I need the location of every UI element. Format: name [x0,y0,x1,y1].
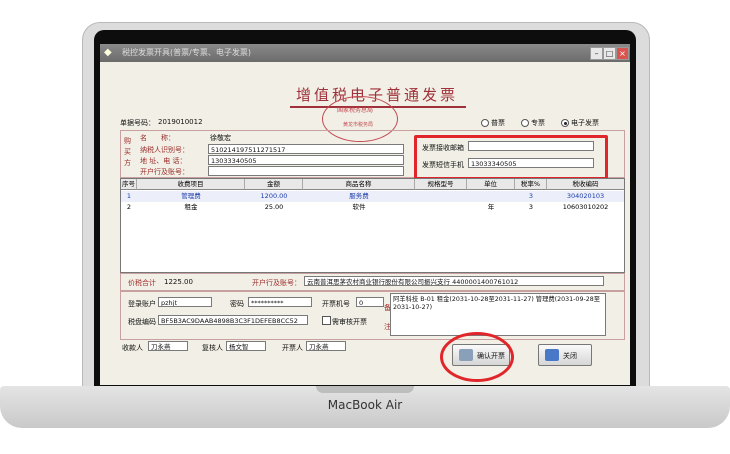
app-window: ◆ 税控发票开具(普票/专票、电子发票) – □ × 增值税电子普通发票 国家税… [100,44,630,385]
radio-electronic-invoice[interactable]: 电子发票 [561,118,599,128]
buyer-address-field[interactable]: 13033340505 [208,155,404,165]
radio-special-dot[interactable] [521,119,529,127]
table-cell[interactable]: 年 [467,202,515,213]
password-label: 密码 [230,300,244,308]
minimize-icon[interactable]: – [590,47,603,60]
payee-field[interactable]: 刀永燕 [148,341,188,351]
table-cell[interactable]: 管理费 [137,191,245,202]
account-field[interactable]: pzhjt [158,297,212,307]
machine-field[interactable]: 0 [356,297,384,307]
seller-bank-field[interactable]: 云南普洱思茅农村商业银行股份有限公司振兴支行 4400001400761012 [304,276,604,286]
app-icon: ◆ [104,47,112,58]
table-cell[interactable]: 304020103 [547,191,624,202]
highlight-delivery-box [414,135,608,180]
buyer-bank-label: 开户行及账号： [140,168,189,176]
col-header-tax-code: 税收编码 [547,179,624,190]
table-cell[interactable]: 25.00 [245,202,303,213]
col-header-unit: 单位 [467,179,515,190]
col-header-tax-rate: 税率% [515,179,547,190]
close-label: 关闭 [563,352,577,360]
table-cell[interactable]: 1 [121,191,137,202]
review-checkbox[interactable] [322,316,331,325]
remark-field[interactable]: 阿羊科技 B-01 租金(2031-10-28至2031-11-27) 管理费(… [390,293,606,336]
highlight-confirm-circle [440,332,514,382]
buyer-name-value: 徐敬宏 [210,134,231,142]
seal-subtext: 黄龙市税务局 [343,122,374,128]
window-title: 税控发票开具(普票/专票、电子发票) [122,48,251,57]
buyer-side-label: 购买方 [124,137,131,167]
buyer-tax-id-label: 纳税人识别号： [140,146,189,154]
drawer-label: 开票人 [282,344,303,352]
doc-no-value: 2019010012 [158,118,203,126]
buyer-name-label: 名 称： [140,134,175,142]
table-cell[interactable]: 1200.00 [245,191,303,202]
radio-plain-invoice[interactable]: 普票 [481,118,505,128]
drawer-field[interactable]: 刀永燕 [306,341,346,351]
radio-electronic-label: 电子发票 [571,119,599,127]
radio-special-label: 专票 [531,119,545,127]
title-bar: ◆ 税控发票开具(普票/专票、电子发票) – □ × [100,44,630,62]
col-header-product: 商品名称 [303,179,415,190]
table-cell[interactable]: 2 [121,202,137,213]
radio-plain-label: 普票 [491,119,505,127]
col-header-spec: 规格型号 [415,179,467,190]
items-table: 序号 收费项目 金额 商品名称 规格型号 单位 税率% 税收编码 1 管理费 1… [120,178,625,273]
close-icon[interactable]: × [616,47,629,60]
total-label: 价税合计 [128,279,156,287]
exit-icon [545,349,559,361]
table-cell[interactable] [415,202,467,213]
review-label: 需审核开票 [332,318,367,326]
total-value: 1225.00 [164,278,193,286]
seller-bank-label: 开户行及账号： [252,279,301,287]
table-cell[interactable]: 租金 [137,202,245,213]
buyer-address-label: 地 址、电 话： [140,157,187,165]
brand-label: MacBook Air [327,398,403,412]
radio-special-invoice[interactable]: 专票 [521,118,545,128]
laptop-notch [316,386,414,393]
table-cell[interactable]: 服务费 [303,191,415,202]
machine-label: 开票机号 [322,300,350,308]
table-cell[interactable]: 3 [515,191,547,202]
doc-no-label: 单据号码： [120,119,155,127]
buyer-bank-field[interactable] [208,166,404,176]
maximize-icon[interactable]: □ [603,47,616,60]
close-button[interactable]: 关闭 [538,344,592,366]
table-cell[interactable] [415,191,467,202]
password-field[interactable]: ********** [248,297,312,307]
radio-electronic-dot[interactable] [561,119,569,127]
payee-label: 收款人 [122,344,143,352]
table-cell[interactable] [467,191,515,202]
seal-text: 国家税务总局 [337,107,374,114]
col-header-fee-item: 收费项目 [137,179,245,190]
table-cell[interactable]: 3 [515,202,547,213]
reviewer-field[interactable]: 杨文智 [226,341,266,351]
col-header-amount: 金额 [245,179,303,190]
col-header-index: 序号 [121,179,137,190]
cert-field[interactable]: BF5B3AC9DAAB4898B3C3F1DEFEB8CC52 [158,315,308,325]
reviewer-label: 复核人 [202,344,223,352]
table-cell[interactable]: 软件 [303,202,415,213]
account-label: 登录账户 [128,300,156,308]
buyer-tax-id-field[interactable]: 510214197511271517 [208,144,404,154]
cert-label: 税盘编码 [128,318,156,326]
table-cell[interactable]: 10603010202 [547,202,624,213]
radio-plain-dot[interactable] [481,119,489,127]
